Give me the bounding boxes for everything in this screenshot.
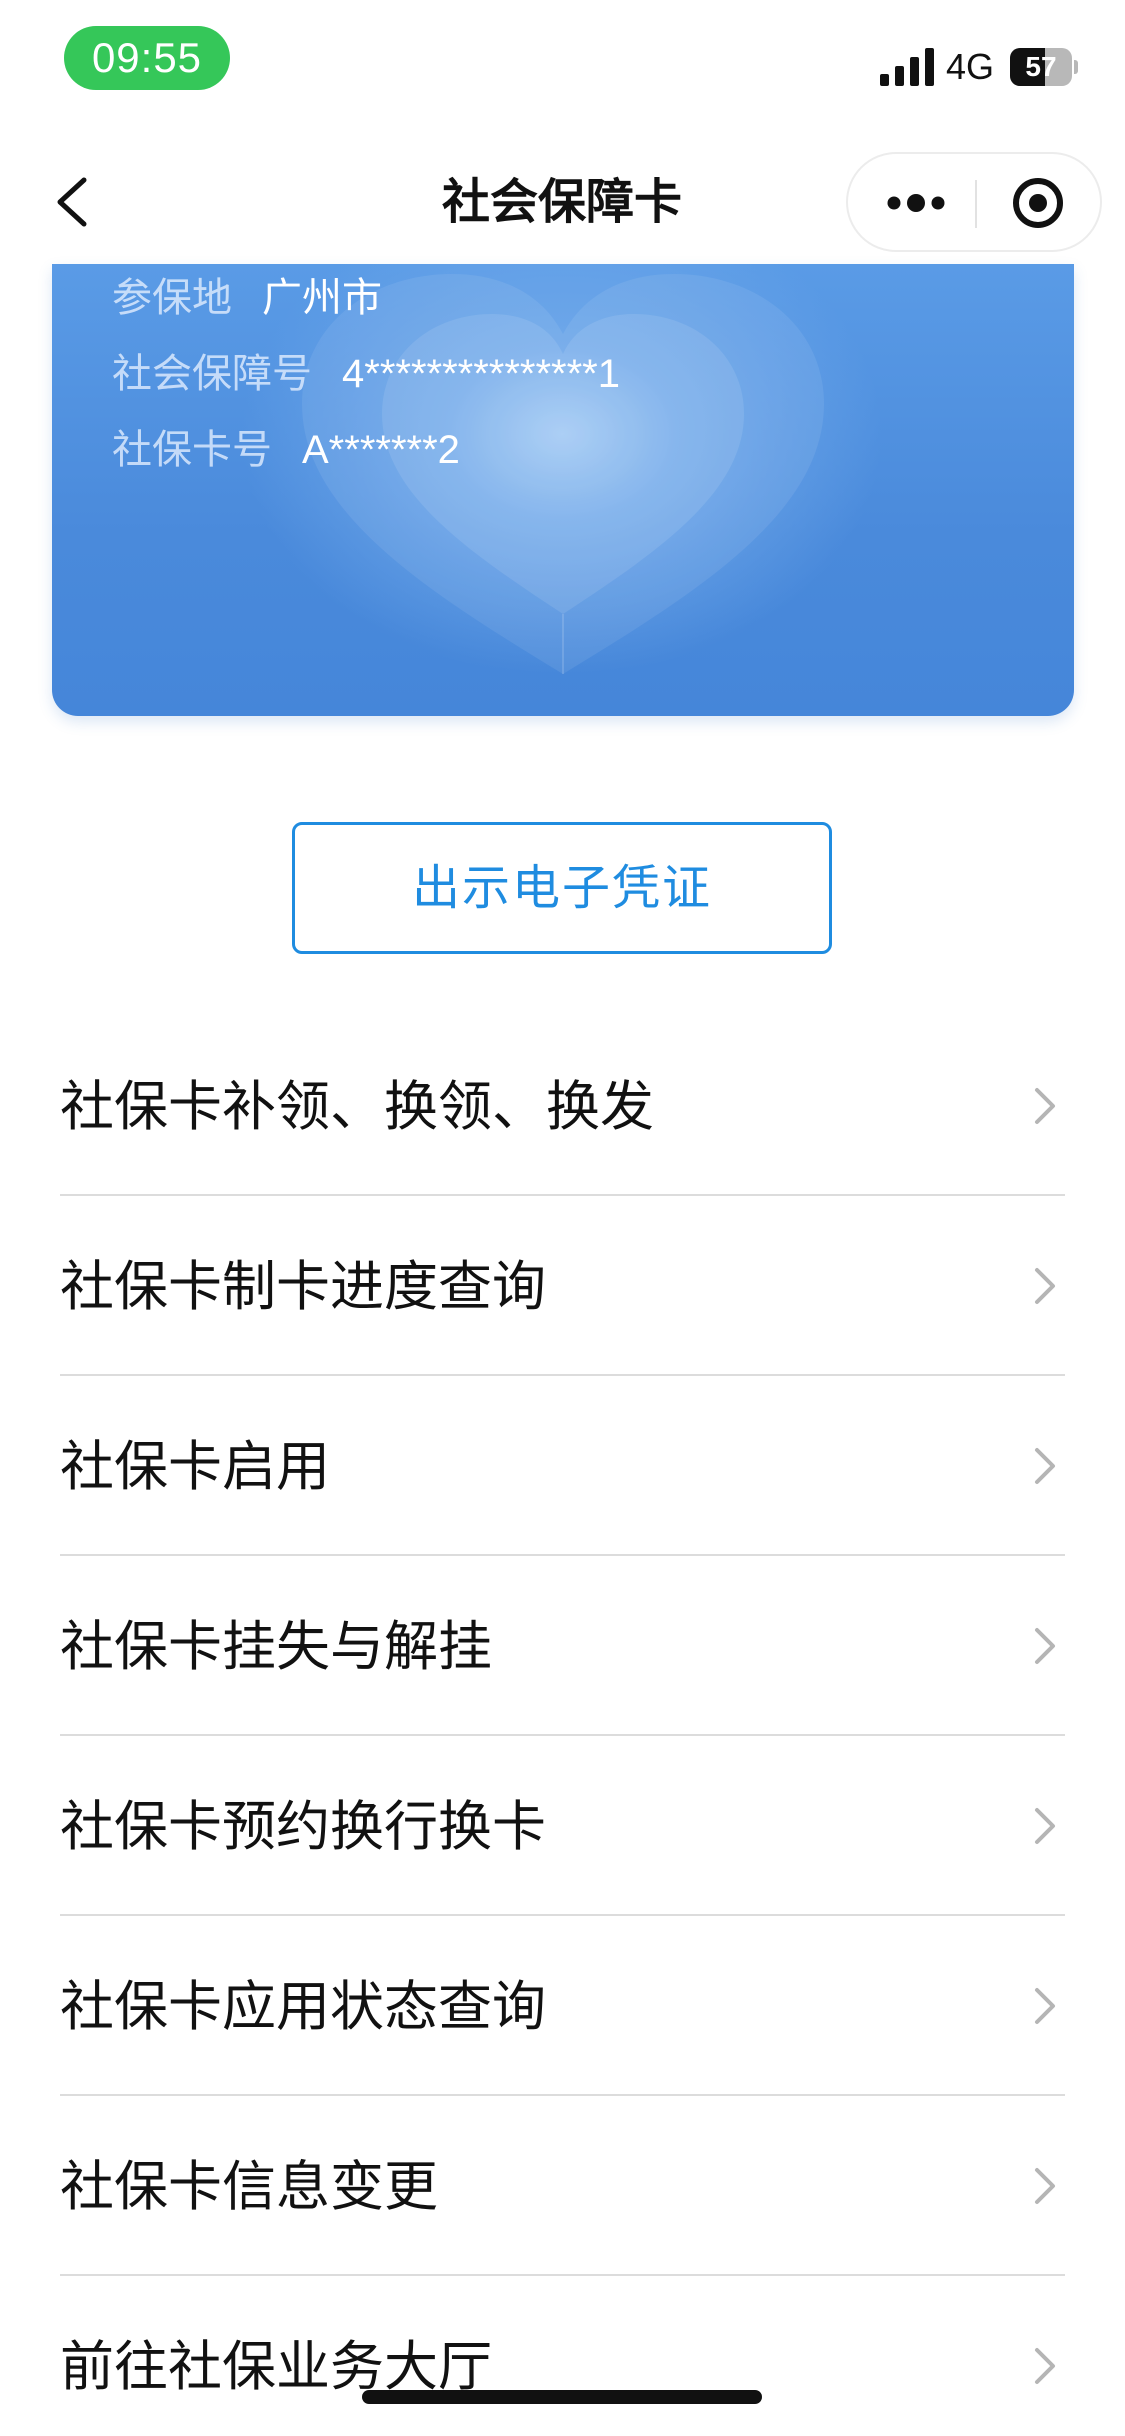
menu-item-bank-change[interactable]: 社保卡预约换行换卡 — [60, 1736, 1065, 1916]
chevron-right-icon — [1035, 1088, 1055, 1124]
card-value: A*******2 — [302, 428, 460, 472]
card-value: 广州市 — [262, 276, 382, 320]
battery-icon: 57 — [1010, 48, 1078, 86]
card-label: 社会保障号 — [112, 351, 312, 397]
target-circle-icon — [1013, 178, 1063, 228]
menu-item-info-change[interactable]: 社保卡信息变更 — [60, 2096, 1065, 2276]
page-title: 社会保障卡 — [441, 174, 682, 230]
menu-item-activate-card[interactable]: 社保卡启用 — [60, 1376, 1065, 1556]
chevron-right-icon — [1035, 1808, 1055, 1844]
menu-item-label: 社保卡制卡进度查询 — [60, 1255, 546, 1318]
show-e-voucher-button[interactable]: 出示电子凭证 — [292, 822, 832, 954]
app-screen: 09:55 4G 57 社会保障卡 参保地 广州市 社会保障号 4*******… — [0, 0, 1125, 2436]
back-button[interactable] — [36, 162, 116, 242]
status-bar: 09:55 4G 57 — [0, 0, 1125, 140]
card-row-insured-place: 参保地 广州市 — [112, 270, 382, 326]
chevron-right-icon — [1035, 1268, 1055, 1304]
home-indicator[interactable] — [362, 2390, 762, 2404]
capsule-divider — [975, 180, 977, 228]
card-row-social-security-number: 社会保障号 4***************1 — [112, 346, 620, 402]
menu-item-report-loss[interactable]: 社保卡挂失与解挂 — [60, 1556, 1065, 1736]
social-security-card: 参保地 广州市 社会保障号 4***************1 社保卡号 A*****… — [52, 264, 1074, 716]
chevron-right-icon — [1035, 2348, 1055, 2384]
menu-item-label: 社保卡补领、换领、换发 — [60, 1075, 654, 1138]
chevron-right-icon — [1035, 1988, 1055, 2024]
nav-bar: 社会保障卡 — [0, 140, 1125, 264]
chevron-left-icon — [57, 177, 87, 227]
more-dots-icon — [887, 194, 945, 212]
card-value: 4***************1 — [342, 352, 620, 396]
chevron-right-icon — [1035, 2168, 1055, 2204]
battery-tip — [1074, 60, 1078, 74]
service-menu-list: 社保卡补领、换领、换发 社保卡制卡进度查询 社保卡启用 社保卡挂失与解挂 社保卡… — [60, 1016, 1065, 2436]
card-label: 参保地 — [112, 275, 232, 321]
battery-level: 57 — [1025, 51, 1057, 82]
chevron-right-icon — [1035, 1448, 1055, 1484]
chevron-right-icon — [1035, 1628, 1055, 1664]
menu-item-service-hall[interactable]: 前往社保业务大厅 — [60, 2276, 1065, 2436]
menu-item-label: 社保卡应用状态查询 — [60, 1975, 546, 2038]
card-label: 社保卡号 — [112, 427, 272, 473]
close-mini-program-button[interactable] — [988, 164, 1088, 242]
menu-item-card-progress[interactable]: 社保卡制卡进度查询 — [60, 1196, 1065, 1376]
cellular-signal-icon — [880, 48, 934, 86]
menu-item-label: 社保卡启用 — [60, 1435, 330, 1498]
menu-item-reissue-card[interactable]: 社保卡补领、换领、换发 — [60, 1016, 1065, 1196]
menu-item-status-query[interactable]: 社保卡应用状态查询 — [60, 1916, 1065, 2096]
menu-item-label: 社保卡信息变更 — [60, 2155, 438, 2218]
menu-item-label: 社保卡预约换行换卡 — [60, 1795, 546, 1858]
battery-body: 57 — [1010, 48, 1072, 86]
menu-item-label: 社保卡挂失与解挂 — [60, 1615, 492, 1678]
status-time: 09:55 — [64, 26, 230, 90]
heart-watermark-icon — [302, 274, 824, 674]
mini-program-capsule — [846, 152, 1102, 252]
network-type: 4G — [946, 46, 995, 87]
more-button[interactable] — [864, 164, 964, 242]
card-row-card-number: 社保卡号 A*******2 — [112, 422, 460, 478]
